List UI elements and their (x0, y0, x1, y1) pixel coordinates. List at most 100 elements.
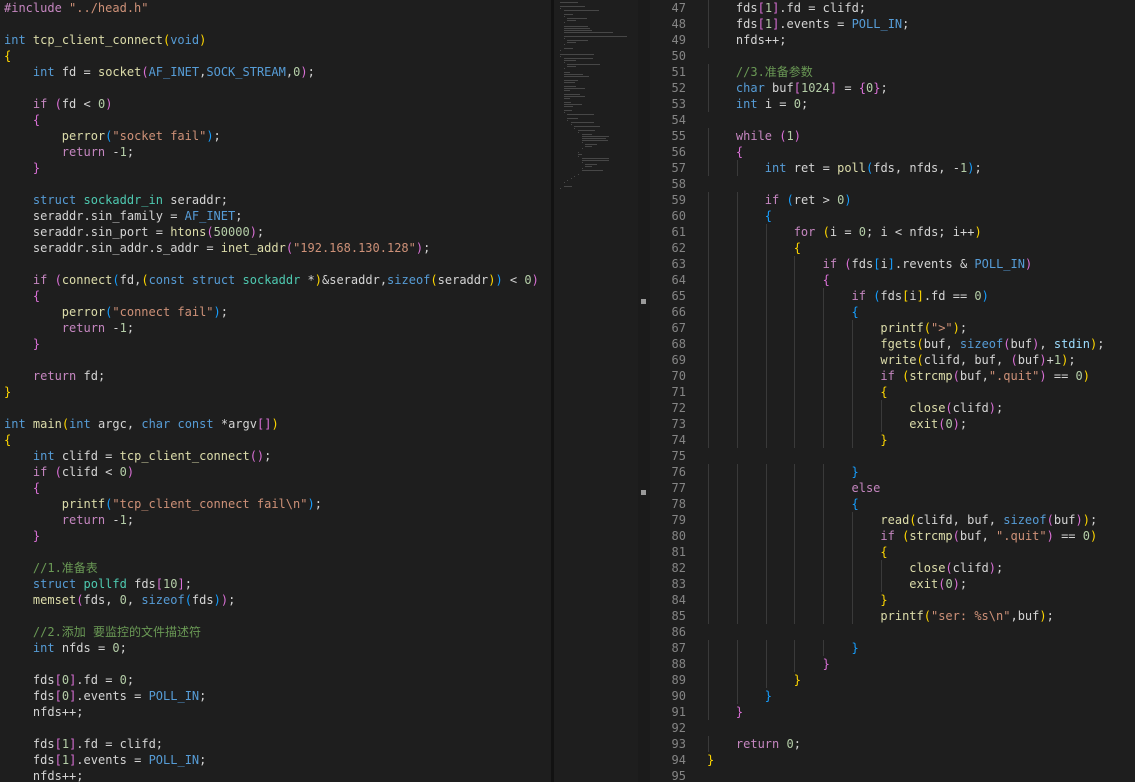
code-text[interactable]: //3.准备参数 (707, 64, 813, 80)
code-line[interactable] (0, 256, 551, 272)
code-line[interactable]: 93 return 0; (650, 736, 1135, 752)
code-line[interactable]: int tcp_client_connect(void) (0, 32, 551, 48)
code-line[interactable]: 61 for (i = 0; i < nfds; i++) (650, 224, 1135, 240)
code-text[interactable]: write(clifd, buf, (buf)+1); (707, 352, 1075, 368)
code-text[interactable]: if (fds[i].fd == 0) (707, 288, 989, 304)
code-line[interactable]: 80 if (strcmp(buf, ".quit") == 0) (650, 528, 1135, 544)
code-line[interactable]: { (0, 432, 551, 448)
code-line[interactable]: 53 int i = 0; (650, 96, 1135, 112)
code-text[interactable]: if (strcmp(buf, ".quit") == 0) (707, 528, 1097, 544)
code-line[interactable]: 79 read(clifd, buf, sizeof(buf)); (650, 512, 1135, 528)
code-line[interactable]: 54 (650, 112, 1135, 128)
code-line[interactable]: 50 (650, 48, 1135, 64)
code-text[interactable]: { (707, 384, 887, 400)
code-line[interactable]: //1.准备表 (0, 560, 551, 576)
code-text[interactable]: { (707, 208, 772, 224)
code-line[interactable]: 51 //3.准备参数 (650, 64, 1135, 80)
code-text[interactable]: } (707, 656, 830, 672)
code-line[interactable] (0, 608, 551, 624)
code-line[interactable]: //2.添加 要监控的文件描述符 (0, 624, 551, 640)
code-line[interactable]: 82 close(clifd); (650, 560, 1135, 576)
code-line[interactable]: { (0, 112, 551, 128)
code-line[interactable] (0, 656, 551, 672)
code-text[interactable]: } (707, 672, 801, 688)
code-line[interactable]: 49 nfds++; (650, 32, 1135, 48)
code-line[interactable]: 88 } (650, 656, 1135, 672)
code-line[interactable]: if (connect(fd,(const struct sockaddr *)… (0, 272, 551, 288)
code-line[interactable]: 75 (650, 448, 1135, 464)
code-text[interactable]: if (ret > 0) (707, 192, 852, 208)
code-line[interactable]: 74 } (650, 432, 1135, 448)
code-text[interactable]: char buf[1024] = {0}; (707, 80, 888, 96)
code-text[interactable]: for (i = 0; i < nfds; i++) (707, 224, 982, 240)
code-line[interactable]: return -1; (0, 144, 551, 160)
code-line[interactable]: 66 { (650, 304, 1135, 320)
code-line[interactable]: 48 fds[1].events = POLL_IN; (650, 16, 1135, 32)
code-line[interactable]: perror("socket fail"); (0, 128, 551, 144)
code-line[interactable]: 70 if (strcmp(buf,".quit") == 0) (650, 368, 1135, 384)
code-line[interactable]: 57 int ret = poll(fds, nfds, -1); (650, 160, 1135, 176)
code-line[interactable]: fds[0].fd = 0; (0, 672, 551, 688)
code-text[interactable]: printf("ser: %s\n",buf); (707, 608, 1053, 624)
code-line[interactable]: 81 { (650, 544, 1135, 560)
code-line[interactable]: perror("connect fail"); (0, 304, 551, 320)
code-line[interactable]: } (0, 336, 551, 352)
code-text[interactable]: { (707, 240, 801, 256)
code-text[interactable]: } (707, 688, 772, 704)
code-line[interactable]: 90 } (650, 688, 1135, 704)
code-line[interactable]: 84 } (650, 592, 1135, 608)
code-text[interactable]: printf(">"); (707, 320, 967, 336)
code-line[interactable] (0, 400, 551, 416)
code-line[interactable]: } (0, 528, 551, 544)
code-line[interactable]: 65 if (fds[i].fd == 0) (650, 288, 1135, 304)
code-line[interactable]: 68 fgets(buf, sizeof(buf), stdin); (650, 336, 1135, 352)
code-line[interactable] (0, 352, 551, 368)
code-line[interactable]: 63 if (fds[i].revents & POLL_IN) (650, 256, 1135, 272)
code-text[interactable]: fds[1].events = POLL_IN; (707, 16, 909, 32)
code-line[interactable]: 56 { (650, 144, 1135, 160)
code-line[interactable]: 89 } (650, 672, 1135, 688)
code-line[interactable]: 72 close(clifd); (650, 400, 1135, 416)
code-line[interactable]: return -1; (0, 320, 551, 336)
code-line[interactable]: 67 printf(">"); (650, 320, 1135, 336)
code-line[interactable]: seraddr.sin_addr.s_addr = inet_addr("192… (0, 240, 551, 256)
code-line[interactable]: 76 } (650, 464, 1135, 480)
code-line[interactable]: 78 { (650, 496, 1135, 512)
code-line[interactable]: 59 if (ret > 0) (650, 192, 1135, 208)
code-line[interactable]: { (0, 48, 551, 64)
code-text[interactable]: read(clifd, buf, sizeof(buf)); (707, 512, 1097, 528)
code-text[interactable]: { (707, 544, 887, 560)
code-text[interactable]: exit(0); (707, 416, 967, 432)
code-text[interactable]: exit(0); (707, 576, 967, 592)
code-text[interactable]: { (707, 304, 859, 320)
code-line[interactable]: fds[1].events = POLL_IN; (0, 752, 551, 768)
code-line[interactable]: seraddr.sin_port = htons(50000); (0, 224, 551, 240)
code-line[interactable]: printf("tcp_client_connect fail\n"); (0, 496, 551, 512)
code-line[interactable]: return fd; (0, 368, 551, 384)
code-line[interactable]: 52 char buf[1024] = {0}; (650, 80, 1135, 96)
code-line[interactable]: nfds++; (0, 768, 551, 782)
vertical-scrollbar[interactable] (638, 0, 650, 782)
code-line[interactable]: if (clifd < 0) (0, 464, 551, 480)
code-line[interactable]: 62 { (650, 240, 1135, 256)
left-code-area[interactable]: #include "../head.h" int tcp_client_conne… (0, 0, 551, 782)
code-line[interactable]: 55 while (1) (650, 128, 1135, 144)
code-line[interactable]: int fd = socket(AF_INET,SOCK_STREAM,0); (0, 64, 551, 80)
code-line[interactable]: 85 printf("ser: %s\n",buf); (650, 608, 1135, 624)
code-text[interactable]: } (707, 592, 887, 608)
minimap[interactable] (554, 0, 638, 782)
code-line[interactable]: 69 write(clifd, buf, (buf)+1); (650, 352, 1135, 368)
code-text[interactable]: close(clifd); (707, 400, 1003, 416)
code-text[interactable]: fds[1].fd = clifd; (707, 0, 866, 16)
code-line[interactable]: 87 } (650, 640, 1135, 656)
code-line[interactable]: 47 fds[1].fd = clifd; (650, 0, 1135, 16)
code-line[interactable]: 60 { (650, 208, 1135, 224)
code-line[interactable]: memset(fds, 0, sizeof(fds)); (0, 592, 551, 608)
code-text[interactable]: } (707, 704, 743, 720)
code-line[interactable] (0, 720, 551, 736)
code-line[interactable]: { (0, 480, 551, 496)
code-line[interactable] (0, 544, 551, 560)
code-line[interactable]: struct pollfd fds[10]; (0, 576, 551, 592)
code-text[interactable]: } (707, 464, 859, 480)
code-text[interactable]: if (fds[i].revents & POLL_IN) (707, 256, 1033, 272)
